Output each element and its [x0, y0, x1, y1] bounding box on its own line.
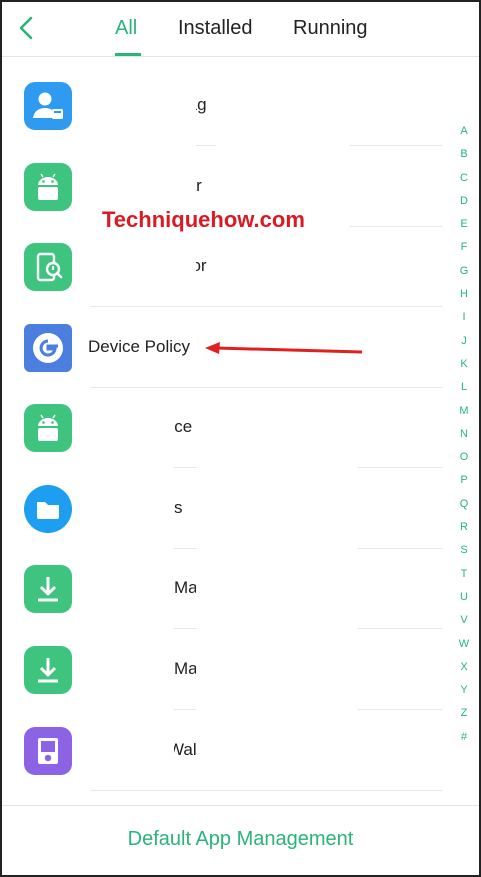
contact-storage-icon [24, 82, 72, 130]
app-name: Device Policy [88, 337, 191, 356]
alphabet-index-letter[interactable]: X [454, 656, 474, 679]
alphabet-index-letter[interactable]: I [454, 306, 474, 329]
alphabet-index-letter[interactable]: W [454, 633, 474, 656]
alphabet-index-letter[interactable]: F [454, 236, 474, 259]
alphabet-index-letter[interactable]: M [454, 400, 474, 423]
alphabet-index-letter[interactable]: G [454, 260, 474, 283]
alphabet-index-letter[interactable]: J [454, 330, 474, 353]
download-icon [24, 565, 72, 613]
phone-inspect-icon [24, 243, 72, 291]
active-tab-indicator [115, 53, 141, 56]
alphabet-index-letter[interactable]: B [454, 143, 474, 166]
redaction-box [86, 91, 196, 304]
alphabet-index-letter[interactable]: # [454, 726, 474, 749]
back-button[interactable] [14, 14, 42, 44]
alphabet-index-letter[interactable]: A [454, 120, 474, 143]
alphabet-index-letter[interactable]: K [454, 353, 474, 376]
tab-bar: All Installed Running [2, 2, 479, 57]
alphabet-index-letter[interactable]: O [454, 446, 474, 469]
watermark-text: Techniquehow.com [102, 207, 305, 232]
folder-icon [24, 485, 72, 533]
app-name: Ma [174, 659, 198, 678]
alphabet-index-letter[interactable]: V [454, 609, 474, 632]
alphabet-index-letter[interactable]: S [454, 539, 474, 562]
default-app-management-button[interactable]: Default App Management [2, 828, 479, 851]
alphabet-index-letter[interactable]: H [454, 283, 474, 306]
android-icon [24, 163, 72, 211]
annotation-arrow-icon [205, 342, 363, 354]
alphabet-index-letter[interactable]: L [454, 376, 474, 399]
alphabet-index-letter[interactable]: P [454, 469, 474, 492]
alphabet-index-letter[interactable]: Q [454, 493, 474, 516]
wallpaper-icon [24, 727, 72, 775]
alphabet-index-letter[interactable]: U [454, 586, 474, 609]
alphabet-index-letter[interactable]: Z [454, 702, 474, 725]
redaction-box [82, 398, 174, 765]
chevron-left-icon [19, 16, 33, 40]
divider [90, 790, 442, 791]
alphabet-index-letter[interactable]: R [454, 516, 474, 539]
tab-all[interactable]: All [115, 17, 137, 40]
alphabet-index-letter[interactable]: C [454, 167, 474, 190]
divider [90, 306, 442, 307]
redaction-box [216, 81, 350, 299]
redaction-box [196, 412, 358, 788]
tab-running[interactable]: Running [293, 17, 368, 40]
android-icon [24, 404, 72, 452]
download-icon [24, 646, 72, 694]
alphabet-index-letter[interactable]: N [454, 423, 474, 446]
app-name: Ma [174, 578, 198, 597]
alphabet-index-letter[interactable]: D [454, 190, 474, 213]
alphabet-index-letter[interactable]: T [454, 563, 474, 586]
footer-bar: Default App Management [2, 805, 479, 875]
alphabet-index-letter[interactable]: Y [454, 679, 474, 702]
alphabet-index-letter[interactable]: E [454, 213, 474, 236]
app-list-screen: All Installed Running rag tar hor Device… [0, 0, 481, 877]
tab-installed[interactable]: Installed [178, 17, 253, 40]
google-device-policy-icon [24, 324, 72, 372]
alphabet-index[interactable]: A B C D E F G H I J K L M N O P Q R S T U V W X Y Z # [454, 120, 474, 749]
app-name: s [174, 498, 183, 517]
